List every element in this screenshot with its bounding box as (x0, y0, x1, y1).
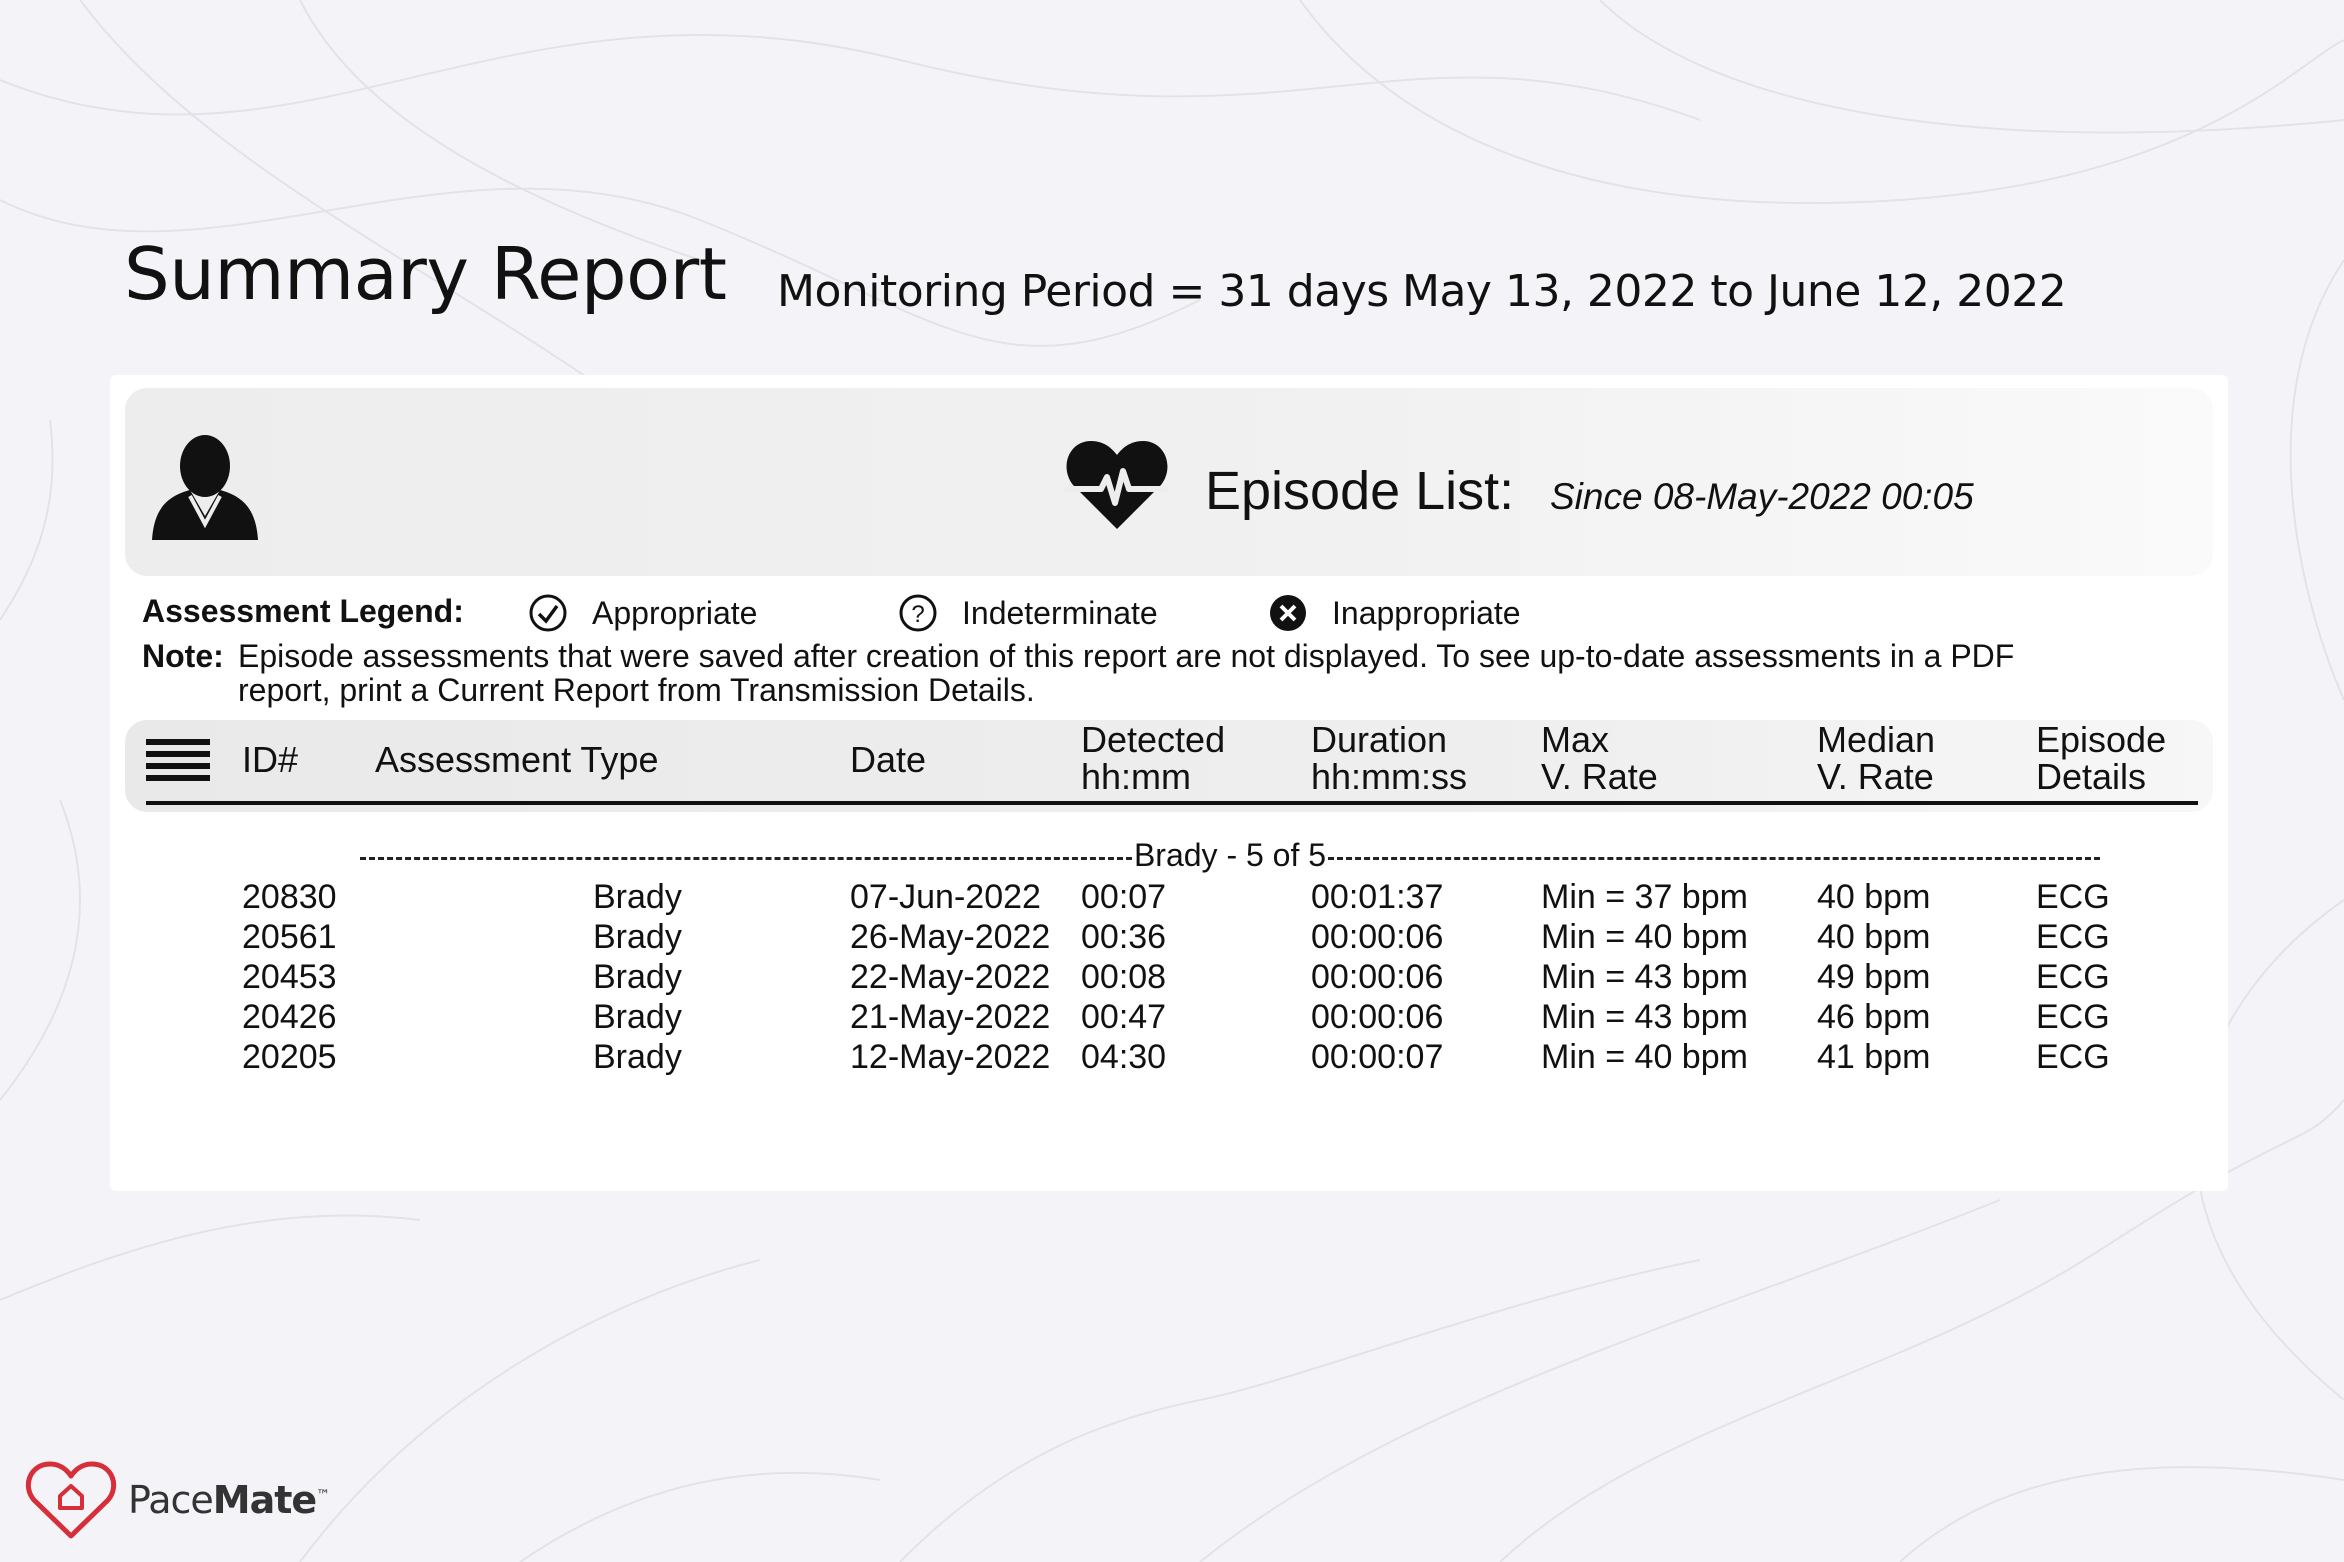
cell-detected: 00:08 (1081, 958, 1167, 996)
cell-date: 21-May-2022 (850, 998, 1051, 1036)
table-row[interactable]: 20205 Brady 12-May-2022 04:30 00:00:07 M… (110, 1038, 2228, 1078)
heart-pulse-icon (1065, 441, 1169, 529)
legend-item-indeterminate: ? Indeterminate (898, 593, 1158, 633)
cell-max-v-rate: Min = 43 bpm (1541, 998, 1748, 1036)
cell-assessment-type: Brady (593, 998, 682, 1036)
cell-duration: 00:01:37 (1311, 878, 1444, 916)
menu-icon[interactable] (146, 737, 210, 785)
note-text: Episode assessments that were saved afte… (238, 639, 2178, 707)
cell-max-v-rate: Min = 43 bpm (1541, 958, 1748, 996)
person-icon (152, 435, 258, 540)
divider (1328, 856, 2100, 860)
episode-list-title: Episode List: (1205, 461, 1515, 521)
note-line-1: Episode assessments that were saved afte… (238, 638, 2015, 674)
cell-median-v-rate: 41 bpm (1817, 1038, 1931, 1076)
date-range: May 13, 2022 to June 12, 2022 (1402, 266, 2067, 317)
brand-name-bold: Mate (212, 1478, 317, 1522)
pacemate-logo: PaceMate™ (24, 1460, 330, 1540)
episode-list-since: Since 08-May-2022 00:05 (1550, 476, 1974, 517)
cell-id: 20426 (242, 998, 337, 1036)
brand-tm: ™ (316, 1487, 330, 1504)
cell-assessment-type: Brady (593, 1038, 682, 1076)
cell-id: 20453 (242, 958, 337, 996)
episode-list-banner: Episode List: Since 08-May-2022 00:05 (125, 388, 2213, 576)
cell-detected: 04:30 (1081, 1038, 1167, 1076)
cell-duration: 00:00:06 (1311, 998, 1444, 1036)
group-row-brady: Brady - 5 of 5 (360, 837, 2100, 873)
cell-detected: 00:36 (1081, 918, 1167, 956)
column-header-assessment-type: Assessment Type (375, 739, 659, 780)
cell-date: 22-May-2022 (850, 958, 1051, 996)
cell-duration: 00:00:07 (1311, 1038, 1444, 1076)
table-row[interactable]: 20426 Brady 21-May-2022 00:47 00:00:06 M… (110, 998, 2228, 1038)
table-row[interactable]: 20453 Brady 22-May-2022 00:08 00:00:06 M… (110, 958, 2228, 998)
column-header-duration: Duration hh:mm:ss (1311, 719, 1468, 797)
column-header-episode-details: Episode Details (2036, 719, 2167, 797)
cell-id: 20830 (242, 878, 337, 916)
cell-date: 07-Jun-2022 (850, 878, 1041, 916)
column-header-date: Date (850, 739, 927, 780)
cell-id: 20561 (242, 918, 337, 956)
cell-median-v-rate: 40 bpm (1817, 918, 1931, 956)
heart-house-icon (26, 1461, 116, 1539)
cell-assessment-type: Brady (593, 918, 682, 956)
cell-date: 12-May-2022 (850, 1038, 1051, 1076)
cell-median-v-rate: 49 bpm (1817, 958, 1931, 996)
divider (360, 856, 1132, 860)
table-row[interactable]: 20561 Brady 26-May-2022 00:36 00:00:06 M… (110, 918, 2228, 958)
column-header-id: ID# (242, 739, 299, 780)
cell-max-v-rate: Min = 40 bpm (1541, 1038, 1748, 1076)
cell-episode-details[interactable]: ECG (2036, 878, 2110, 917)
note-line-2: report, print a Current Report from Tran… (238, 672, 1035, 708)
cell-assessment-type: Brady (593, 958, 682, 996)
header-rule (146, 801, 2198, 805)
legend-item-label: Inappropriate (1332, 594, 1521, 631)
cell-median-v-rate: 46 bpm (1817, 998, 1931, 1036)
legend-item-label: Appropriate (592, 594, 758, 631)
cell-duration: 00:00:06 (1311, 918, 1444, 956)
cell-duration: 00:00:06 (1311, 958, 1444, 996)
cell-detected: 00:47 (1081, 998, 1167, 1036)
cell-max-v-rate: Min = 37 bpm (1541, 878, 1748, 916)
assessment-legend: Assessment Legend: Appropriate ? Indeter… (142, 593, 1742, 633)
monitoring-period: Monitoring Period = 31 days (777, 266, 1389, 317)
brand-name-light: Pace (128, 1478, 214, 1522)
legend-item-inappropriate: Inappropriate (1268, 593, 1521, 633)
question-circle-icon: ? (899, 594, 937, 632)
cell-episode-details[interactable]: ECG (2036, 918, 2110, 957)
table-row[interactable]: 20830 Brady 07-Jun-2022 00:07 00:01:37 M… (110, 878, 2228, 918)
cell-max-v-rate: Min = 40 bpm (1541, 918, 1748, 956)
group-label: Brady - 5 of 5 (1133, 837, 1327, 873)
legend-item-label: Indeterminate (962, 594, 1158, 631)
cell-assessment-type: Brady (593, 878, 682, 916)
column-header-detected: Detected hh:mm (1081, 719, 1226, 797)
cell-date: 26-May-2022 (850, 918, 1051, 956)
cell-episode-details[interactable]: ECG (2036, 998, 2110, 1037)
report-card: Episode List: Since 08-May-2022 00:05 As… (110, 375, 2228, 1191)
cell-median-v-rate: 40 bpm (1817, 878, 1931, 916)
note-label: Note: (142, 638, 224, 674)
legend-label: Assessment Legend: (142, 593, 464, 629)
cell-episode-details[interactable]: ECG (2036, 958, 2110, 997)
page-title: Summary Report (124, 232, 727, 316)
legend-item-appropriate: Appropriate (528, 593, 757, 633)
svg-text:?: ? (911, 601, 924, 628)
cell-id: 20205 (242, 1038, 337, 1076)
check-circle-icon (529, 594, 567, 632)
cell-detected: 00:07 (1081, 878, 1167, 916)
column-header-median-v-rate: Median V. Rate (1817, 719, 1936, 797)
column-header-max-v-rate: Max V. Rate (1541, 719, 1658, 797)
x-circle-icon (1270, 595, 1306, 631)
cell-episode-details[interactable]: ECG (2036, 1038, 2110, 1077)
